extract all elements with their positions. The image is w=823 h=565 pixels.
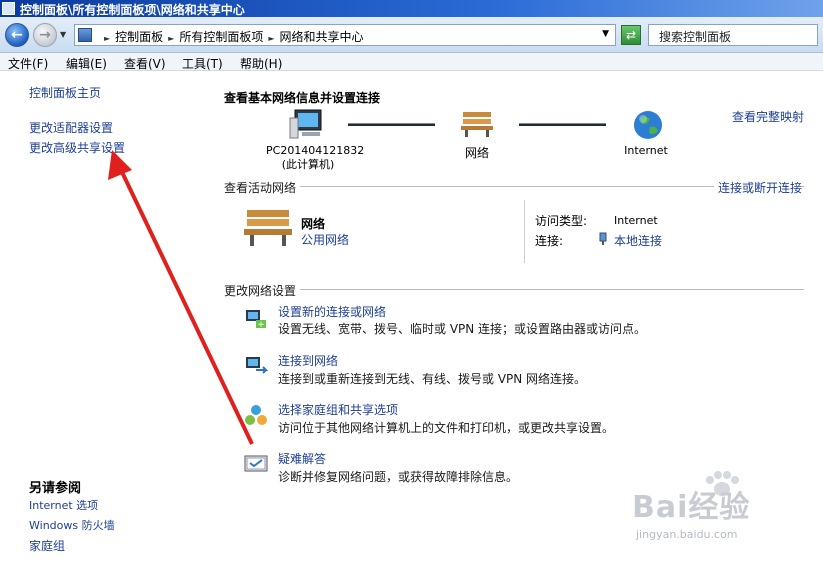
active-networks-heading: 查看活动网络 (224, 179, 301, 196)
computer-icon (289, 109, 322, 139)
new-connection-icon: + (246, 310, 266, 330)
homegroup-sharing-link[interactable]: 选择家庭组和共享选项 (278, 401, 398, 418)
menu-view[interactable]: 查看(V) (124, 55, 166, 72)
setup-connection-desc: 设置无线、宽带、拨号、临时或 VPN 连接；或设置路由器或访问点。 (278, 322, 647, 336)
access-type-value: Internet (614, 214, 658, 227)
connection-line (348, 123, 435, 126)
ethernet-icon (599, 232, 607, 245)
connect-disconnect-link[interactable]: 连接或断开连接 (714, 179, 803, 196)
watermark-brand: Bai经验 (632, 490, 751, 525)
homegroup-icon (245, 405, 267, 425)
menu-edit[interactable]: 编辑(E) (66, 55, 107, 72)
navigation-bar: ← → ▼ ► 控制面板 ► 所有控制面板项 ► 网络和共享中心 ▼ ⇄ 搜索控制面板 (0, 17, 823, 53)
breadcrumb: ► 控制面板 ► 所有控制面板项 ► 网络和共享中心 (99, 28, 364, 45)
address-bar[interactable]: ► 控制面板 ► 所有控制面板项 ► 网络和共享中心 ▼ (74, 24, 616, 46)
change-settings-heading: 更改网络设置 (224, 282, 301, 299)
this-computer-label: (此计算机) (281, 158, 335, 171)
baidu-watermark: Bai经验 jingyan.baidu.com (632, 470, 822, 550)
network-type-link[interactable]: 公用网络 (301, 231, 349, 248)
watermark-url: jingyan.baidu.com (636, 528, 738, 541)
bench-icon (244, 210, 292, 246)
troubleshoot-desc: 诊断并修复网络问题，或获得故障排除信息。 (278, 470, 519, 484)
breadcrumb-network-center[interactable]: 网络和共享中心 (280, 30, 364, 44)
section-divider (224, 289, 804, 290)
globe-icon (634, 111, 662, 139)
breadcrumb-control-panel[interactable]: 控制面板 (115, 30, 163, 44)
recent-pages-dropdown-icon[interactable]: ▼ (60, 30, 70, 40)
local-connection-link[interactable]: 本地连接 (614, 232, 662, 249)
setup-connection-link[interactable]: 设置新的连接或网络 (278, 303, 386, 320)
breadcrumb-all-items[interactable]: 所有控制面板项 (179, 30, 263, 44)
view-full-map-link[interactable]: 查看完整映射 (732, 108, 804, 125)
connect-to-network-desc: 连接到或重新连接到无线、有线、拨号或 VPN 网络连接。 (278, 372, 587, 386)
svg-text:+: + (257, 320, 265, 330)
chevron-right-icon[interactable]: ► (168, 34, 174, 43)
address-dropdown-icon[interactable]: ▼ (602, 29, 609, 39)
active-network-name: 网络 (301, 217, 326, 231)
bench-icon (461, 112, 493, 137)
control-panel-icon (2, 2, 15, 15)
see-also-heading: 另请参阅 (29, 481, 82, 496)
connect-to-network-link[interactable]: 连接到网络 (278, 352, 338, 369)
menu-help[interactable]: 帮助(H) (240, 55, 282, 72)
window-title: 控制面板\所有控制面板项\网络和共享中心 (20, 3, 245, 17)
connection-label: 连接: (535, 234, 564, 248)
homegroup-link[interactable]: 家庭组 (29, 537, 65, 554)
search-input[interactable]: 搜索控制面板 (648, 24, 818, 46)
network-node-label: 网络 (464, 146, 489, 160)
menu-file[interactable]: 文件(F) (8, 55, 48, 72)
refresh-button[interactable]: ⇄ (621, 25, 641, 45)
forward-button[interactable]: → (33, 23, 57, 47)
change-adapter-settings-link[interactable]: 更改适配器设置 (29, 119, 113, 136)
troubleshoot-icon (244, 455, 268, 472)
page-title: 查看基本网络信息并设置连接 (224, 91, 381, 105)
chevron-right-icon[interactable]: ► (268, 34, 274, 43)
menu-tools[interactable]: 工具(T) (182, 55, 223, 72)
homegroup-sharing-desc: 访问位于其他网络计算机上的文件和打印机，或更改共享设置。 (278, 421, 615, 435)
menu-bar: 文件(F) 编辑(E) 查看(V) 工具(T) 帮助(H) (0, 53, 823, 71)
windows-firewall-link[interactable]: Windows 防火墙 (29, 517, 115, 533)
troubleshoot-link[interactable]: 疑难解答 (278, 450, 326, 467)
control-panel-icon (78, 28, 92, 42)
vertical-divider (524, 200, 525, 263)
chevron-right-icon[interactable]: ► (104, 34, 110, 43)
internet-node-label: Internet (624, 144, 668, 157)
title-bar: 控制面板\所有控制面板项\网络和共享中心 (0, 0, 823, 17)
control-panel-home-link[interactable]: 控制面板主页 (29, 84, 101, 101)
connection-line (519, 123, 606, 126)
back-button[interactable]: ← (5, 23, 29, 47)
internet-options-link[interactable]: Internet 选项 (29, 497, 98, 513)
change-advanced-sharing-link[interactable]: 更改高级共享设置 (29, 139, 125, 156)
access-type-label: 访问类型: (535, 214, 588, 228)
connect-network-icon (246, 357, 268, 374)
